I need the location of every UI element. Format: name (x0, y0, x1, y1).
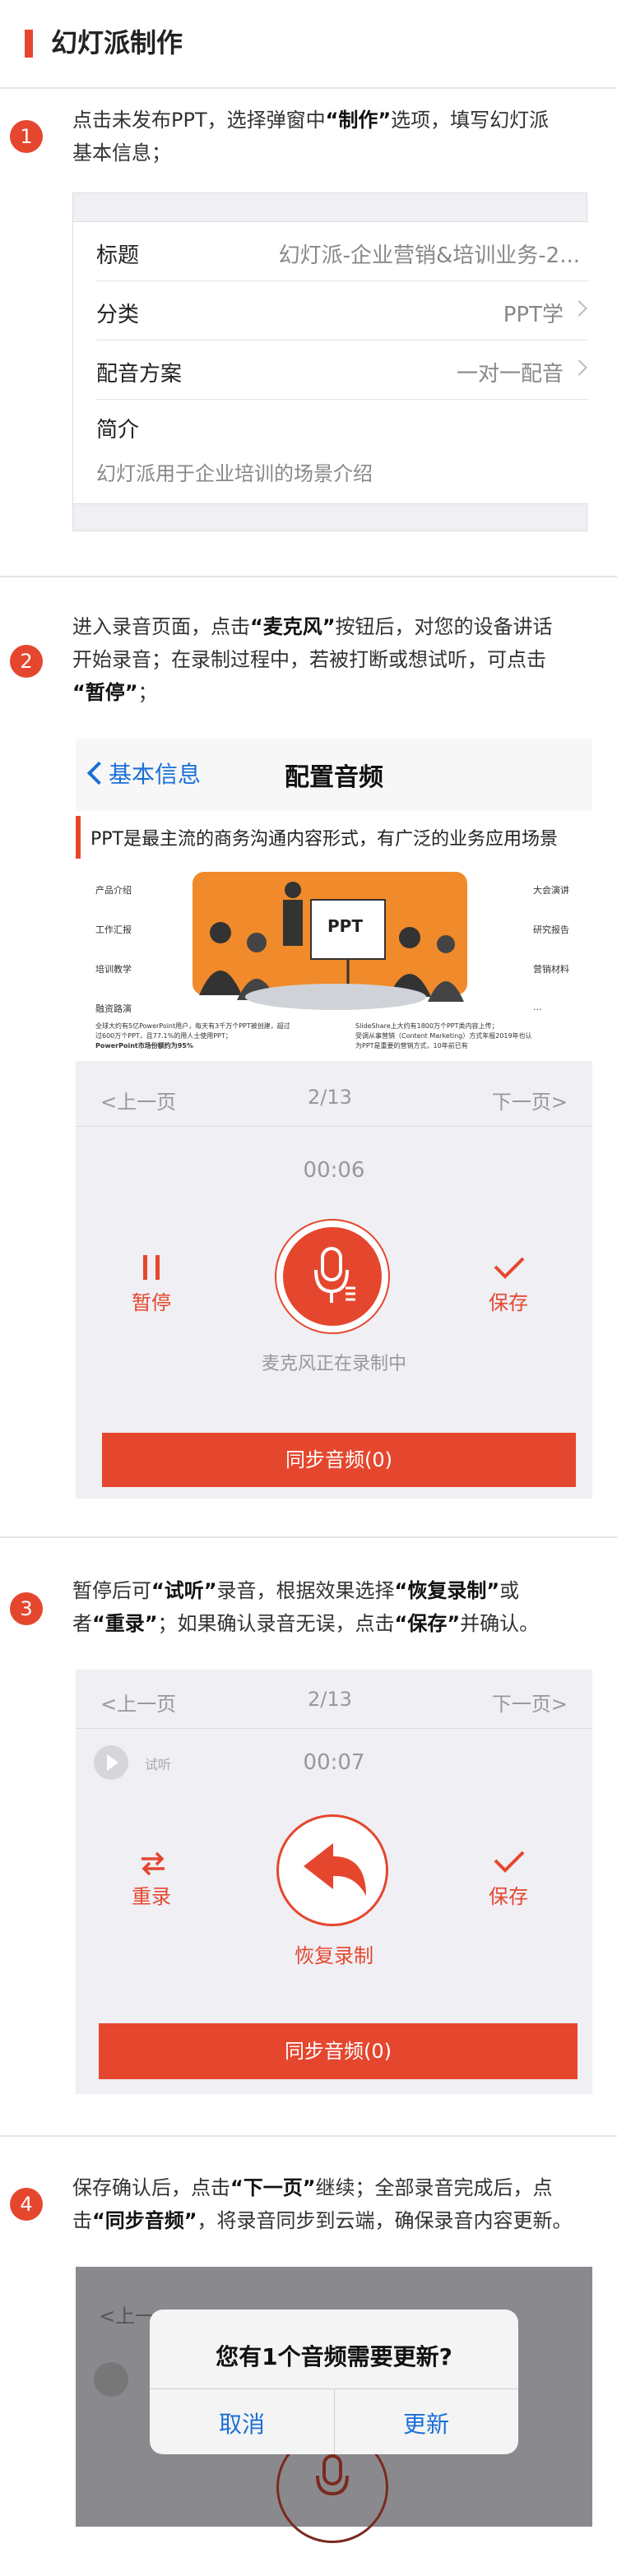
page-header: 幻灯派制作 (0, 0, 617, 89)
prev-page-button[interactable]: <上一页 (100, 1688, 176, 1717)
slide-preview: 产品介绍 工作汇报 培训教学 融资路演 大会演讲 研究报告 营销材料 ... P… (76, 864, 592, 1061)
sync-audio-button[interactable]: 同步音频(0) (99, 2023, 578, 2079)
page-title: 幻灯派制作 (51, 27, 183, 58)
step-2-text: 进入录音页面，点击“麦克风”按钮后，对您的设备讲话 开始录音；在录制过程中，若被… (72, 615, 553, 704)
rerecord-icon[interactable] (137, 1849, 169, 1877)
rerecord-button[interactable]: 重录 (110, 1880, 193, 1909)
update-dialog: 您有1个音频需要更新? 取消 更新 (150, 2310, 518, 2454)
next-page-button[interactable]: 下一页> (492, 1688, 568, 1717)
page-indicator: 2/13 (308, 1086, 352, 1109)
update-button[interactable]: 更新 (334, 2407, 518, 2439)
meeting-illustration (193, 872, 467, 1010)
slide-caption: PPT是最主流的商务沟通内容形式，有广泛的业务应用场景 (76, 811, 592, 864)
header-accent-bar (25, 30, 33, 58)
checkmark-icon[interactable] (492, 1255, 525, 1280)
pause-button[interactable]: 暂停 (110, 1286, 193, 1315)
divider (0, 1536, 617, 1538)
paused-screen: <上一页 2/13 下一页> 试听 00:07 重录 恢复录制 保存 同步音频(… (76, 1670, 592, 2094)
divider (0, 576, 617, 577)
recording-status: 麦克风正在录制中 (261, 1354, 406, 1374)
screen-title: 配置音频 (285, 763, 383, 792)
resume-arrow-icon (304, 1843, 366, 1896)
basic-info-form: 标题 幻灯派-企业营销&培训业务-2... 分类 PPT学 配音方案 一对一配音… (72, 192, 588, 531)
prev-page-button[interactable]: <上一页 (100, 1086, 176, 1114)
nav-bar: 基本信息 配置音频 (76, 739, 592, 811)
chevron-right-icon (571, 359, 587, 376)
form-intro-label: 简介 (96, 418, 140, 442)
microphone-icon (314, 1247, 355, 1303)
cancel-button[interactable]: 取消 (150, 2407, 334, 2439)
step-4-text: 保存确认后，点击“下一页”继续；全部录音完成后，点 击“同步音频”，将录音同步到… (72, 2176, 573, 2232)
resume-record-button[interactable] (276, 1814, 388, 1926)
checkmark-icon[interactable] (492, 1849, 525, 1874)
step-3-text: 暂停后可“试听”录音，根据效果选择“恢复录制”或 者“重录”；如果确认录音无误，… (72, 1579, 540, 1635)
pause-icon[interactable] (143, 1255, 161, 1280)
step-3-number: 3 (10, 1592, 43, 1625)
next-page-button[interactable]: 下一页> (492, 1086, 568, 1114)
update-dialog-screen: <上一 您有1个音频需要更新? 取消 更新 (76, 2267, 592, 2543)
step-2-number: 2 (10, 645, 43, 678)
dialog-title: 您有1个音频需要更新? (216, 2343, 452, 2370)
pager: <上一页 2/13 下一页> (76, 1068, 592, 1127)
step-1-number: 1 (10, 120, 43, 153)
step-1-text: 点击未发布PPT，选择弹窗中“制作”选项，填写幻灯派 基本信息； (72, 109, 550, 164)
chevron-right-icon (571, 300, 587, 317)
record-timer: 00:07 (303, 1750, 365, 1775)
sync-audio-button[interactable]: 同步音频(0) (102, 1433, 576, 1487)
save-button[interactable]: 保存 (467, 1286, 550, 1315)
record-timer: 00:06 (303, 1158, 365, 1183)
microphone-icon (316, 2454, 349, 2496)
step-4-number: 4 (10, 2188, 43, 2221)
prev-page-partial: <上一 (99, 2305, 155, 2328)
resume-label[interactable]: 恢复录制 (76, 1939, 592, 1968)
save-button[interactable]: 保存 (467, 1880, 550, 1909)
page-indicator: 2/13 (308, 1688, 352, 1711)
form-row-title[interactable]: 标题 幻灯派-企业营销&培训业务-2... (96, 222, 588, 281)
mic-button[interactable] (275, 1219, 390, 1334)
record-screen: 基本信息 配置音频 PPT是最主流的商务沟通内容形式，有广泛的业务应用场景 产品… (76, 739, 592, 1499)
divider (0, 2135, 617, 2137)
pager: <上一页 2/13 下一页> (76, 1670, 592, 1729)
form-intro-value[interactable]: 幻灯派用于企业培训的场景介绍 (96, 457, 373, 486)
form-row-dubbing[interactable]: 配音方案 一对一配音 (96, 341, 588, 400)
form-row-category[interactable]: 分类 PPT学 (96, 281, 588, 341)
